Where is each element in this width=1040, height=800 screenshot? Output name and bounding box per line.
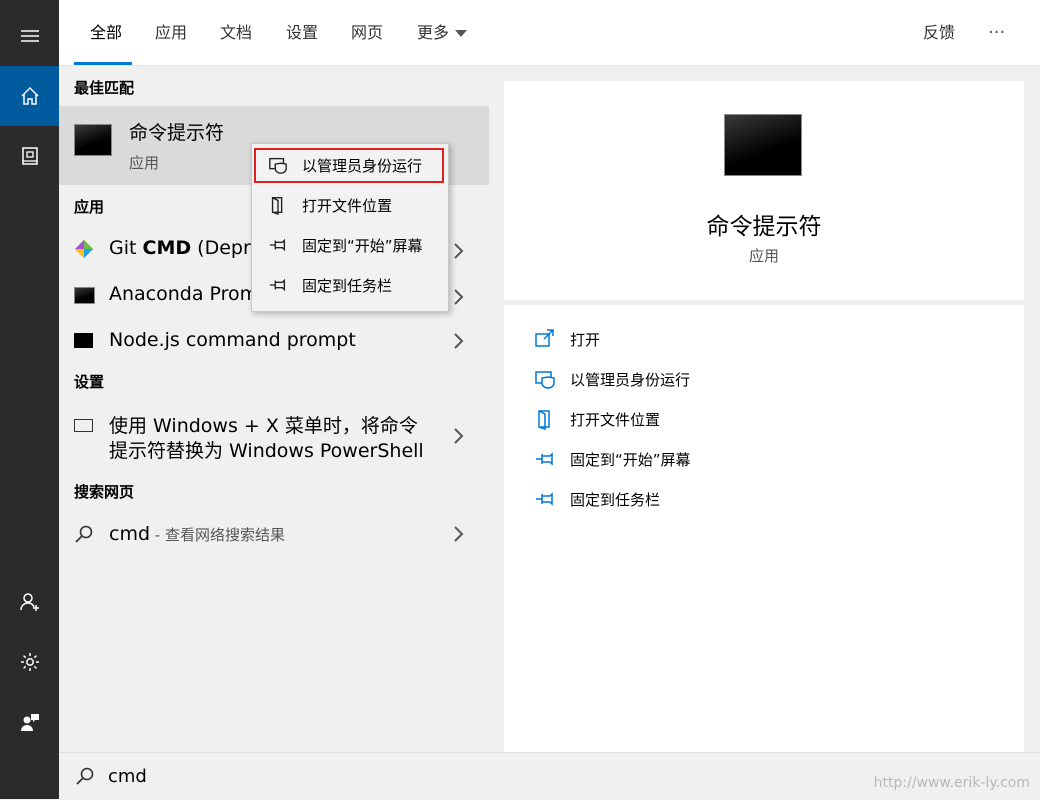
tab-apps[interactable]: 应用 [155,0,187,65]
action-open-file-location[interactable]: 打开文件位置 [534,405,660,433]
notebook-button[interactable] [0,126,59,186]
section-apps: 应用 [74,198,105,216]
selected-tab-indicator [74,62,132,65]
context-menu: 以管理员身份运行 打开文件位置 固定到“开始”屏幕 固定到任务栏 [251,143,449,312]
tab-all[interactable]: 全部 [90,0,122,65]
git-cmd-label-prefix: Git [109,237,143,259]
chevron-right-icon[interactable] [452,287,466,307]
tab-web[interactable]: 网页 [351,0,383,65]
chevron-right-icon[interactable] [452,241,466,261]
list-item-nodejs[interactable]: Node.js command prompt [59,322,489,362]
feedback-button[interactable]: 反馈 [923,0,955,65]
top-tab-bar: 全部 应用 文档 设置 网页 更多 反馈 ··· [59,0,1040,66]
command-prompt-icon [74,124,112,156]
action-pin-to-start-label: 固定到“开始”屏幕 [570,450,691,469]
section-best-match: 最佳匹配 [74,79,135,97]
git-cmd-label-bold: CMD [142,237,192,259]
nodejs-label: Node.js command prompt [109,329,356,351]
hamburger-menu-button[interactable] [0,6,59,66]
section-settings: 设置 [74,373,105,391]
tab-settings[interactable]: 设置 [286,0,318,65]
feedback-nav-button[interactable] [0,692,59,752]
best-match-title: 命令提示符 [129,122,225,144]
anaconda-label: Anaconda Prom [109,283,259,305]
terminal-icon [74,333,93,348]
tab-more[interactable]: 更多 [417,0,468,65]
setting-line-2: 提示符替换为 Windows PowerShell [109,440,424,462]
open-icon [535,329,554,347]
web-query: cmd [109,523,151,545]
chevron-right-icon[interactable] [452,331,466,351]
action-pin-to-start[interactable]: 固定到“开始”屏幕 [534,445,691,473]
action-open[interactable]: 打开 [534,325,600,353]
folder-icon [271,197,283,215]
tab-documents[interactable]: 文档 [220,0,252,65]
web-query-suffix: - 查看网络搜索结果 [150,526,285,544]
gear-icon [20,653,39,671]
setting-line-1: 使用 Windows + X 菜单时，将命令 [109,415,418,437]
context-pin-to-start-label: 固定到“开始”屏幕 [302,236,423,255]
folder-icon [538,410,550,430]
context-pin-to-taskbar-label: 固定到任务栏 [302,276,393,295]
chevron-right-icon[interactable] [452,524,466,544]
tab-more-label: 更多 [417,23,450,42]
detail-title: 命令提示符 [706,214,822,240]
left-nav-bar [0,0,59,799]
pin-icon [536,492,553,506]
feedback-user-icon [20,714,39,731]
context-pin-to-start[interactable]: 固定到“开始”屏幕 [252,225,448,265]
list-item-powershell-setting[interactable]: 使用 Windows + X 菜单时，将命令 提示符替换为 Windows Po… [59,408,489,468]
account-button[interactable] [0,572,59,632]
shield-icon [535,371,555,389]
chevron-right-icon[interactable] [452,426,466,446]
more-options-button[interactable]: ··· [988,0,1005,65]
add-user-icon [19,593,39,611]
highlight-box [254,148,444,183]
command-prompt-large-icon [724,114,802,176]
section-search-web: 搜索网页 [74,483,135,501]
pin-icon [269,238,286,252]
pin-icon [536,452,553,466]
detail-subtitle: 应用 [748,247,779,265]
context-open-file-location-label: 打开文件位置 [302,196,393,215]
context-pin-to-taskbar[interactable]: 固定到任务栏 [252,265,448,305]
git-icon [75,240,93,258]
home-icon [20,86,39,105]
pin-icon [269,278,286,292]
action-open-file-location-label: 打开文件位置 [570,410,661,429]
home-button[interactable] [0,66,59,126]
list-item-web-search[interactable]: cmd - 查看网络搜索结果 [59,518,489,558]
settings-button[interactable] [0,632,59,692]
search-icon [76,767,94,785]
notebook-icon [21,147,38,165]
hamburger-icon [20,30,39,42]
detail-divider [504,300,1024,305]
chevron-down-icon [455,30,468,37]
action-run-as-admin[interactable]: 以管理员身份运行 [534,365,690,393]
search-icon [75,525,93,543]
monitor-icon [74,419,93,432]
best-match-subtitle: 应用 [129,154,160,172]
action-pin-to-taskbar-label: 固定到任务栏 [570,490,661,509]
watermark: http://www.erik-ly.com [873,775,1030,791]
search-input[interactable]: cmd [108,766,147,787]
action-open-label: 打开 [570,330,601,349]
detail-panel: 命令提示符 应用 打开 以管理员身份运行 打开文件位置 固定到“开始”屏幕 固定… [504,81,1024,752]
context-open-file-location[interactable]: 打开文件位置 [252,185,448,225]
action-run-as-admin-label: 以管理员身份运行 [570,370,691,389]
terminal-icon [74,287,95,304]
action-pin-to-taskbar[interactable]: 固定到任务栏 [534,485,660,513]
